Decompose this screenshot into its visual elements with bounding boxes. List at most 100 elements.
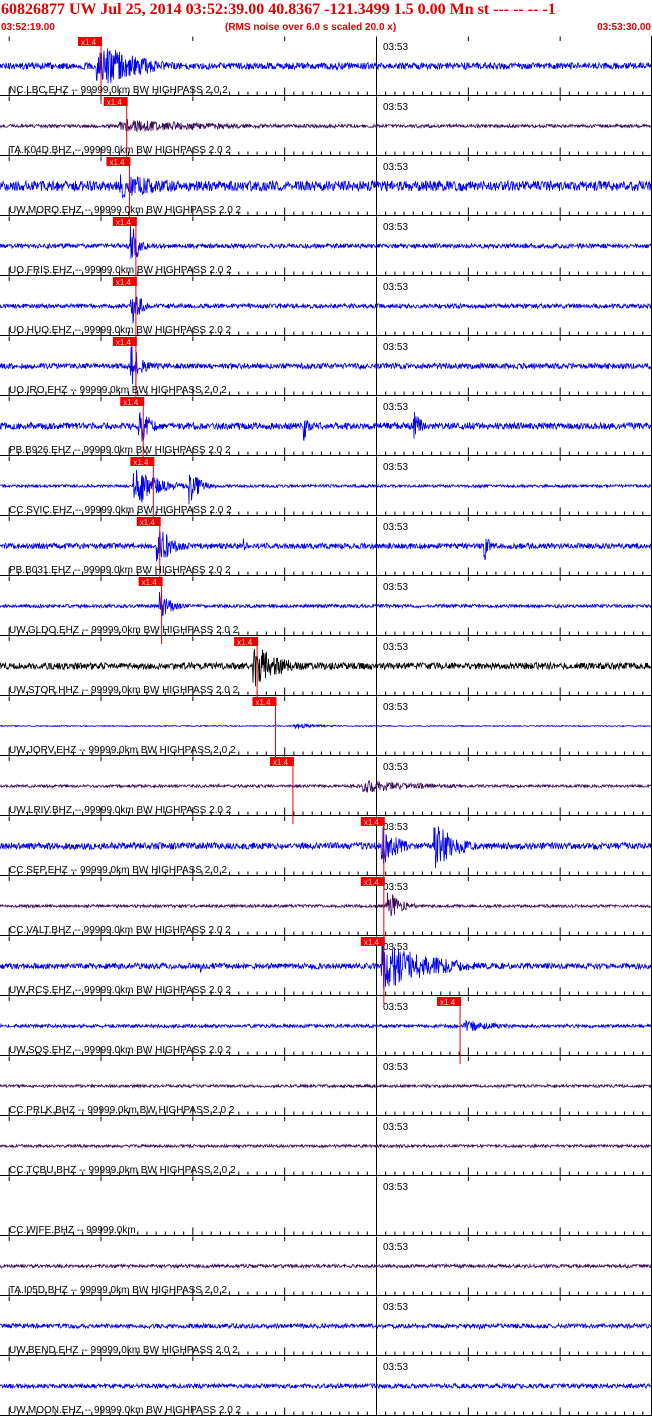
trace-panel: 03:53 x1.4 TA.K04D.BHZ -- 99999.0km BW HIG… (0, 96, 652, 164)
event-title: 60826877 UW Jul 25, 2014 03:52:39.00 40.… (1, 1, 556, 18)
minute-label: 03:53 (383, 1302, 408, 1313)
waveform (0, 826, 652, 869)
trace-panel: 03:53 x1.4 UW.MORO.EHZ -- 99999.0km BW HIG… (0, 156, 652, 224)
minute-label: 03:53 (383, 282, 408, 293)
station-label: CC.VALT.BHZ -- 99999.0km BW HIGHPASS 2.0… (9, 925, 231, 936)
seismogram-plot: 03:53x1.4NC.LBC.EHZ -- 99999.0km BW HIGH… (0, 36, 652, 1416)
minute-label: 03:53 (383, 222, 408, 233)
minute-label: 03:53 (383, 522, 408, 533)
minute-label: 03:53 (383, 162, 408, 173)
waveform (0, 1262, 652, 1270)
station-label: CC.TCBU.BHZ -- 99999.0km BW HIGHPASS 2.0… (9, 1165, 236, 1176)
station-label: CC.SEP.EHZ -- 99999.0km BW HIGHPASS 2.0 … (9, 865, 227, 876)
waveform (0, 469, 652, 505)
station-label: UW.STOR.HHZ -- 99999.0km BW HIGHPASS 2.0… (9, 685, 239, 696)
waveform (0, 1083, 652, 1089)
pick-label: x1.4 (109, 158, 125, 167)
trace-panel: 03:53 x1.4 UW.GLDO.EHZ -- 99999.0km BW HIG… (0, 576, 652, 644)
minute-label: 03:53 (383, 1362, 408, 1373)
trace-panel: 03:53 TA.I05D.BHZ -- 99999.0km BW HIGHPAS… (0, 1236, 652, 1296)
minute-label: 03:53 (383, 1242, 408, 1253)
station-label: UW.SQS.EHZ -- 99999.0km BW HIGHPASS 2.0 … (9, 1045, 232, 1056)
pick-label: x1.4 (255, 698, 271, 707)
minute-label: 03:53 (383, 462, 408, 473)
waveform (0, 941, 652, 991)
pick-label: x1.4 (116, 278, 132, 287)
station-label: CC.SVIC.EHZ -- 99999.0km BW HIGHPASS 2.0… (9, 505, 232, 516)
pick-label: x1.4 (116, 338, 132, 347)
trace-panel: 03:53x1.4UW.RCS.EHZ -- 99999.0km BW HIGH… (0, 936, 652, 1004)
pick-label: x1.4 (140, 518, 156, 527)
minute-label: 03:53 (383, 882, 408, 893)
waveform (0, 779, 652, 793)
station-label: UW.MORO.EHZ -- 99999.0km BW HIGHPASS 2.0… (9, 205, 242, 216)
minute-label: 03:53 (383, 342, 408, 353)
station-label: UO.FRIS.EHZ -- 99999.0km BW HIGHPASS 2.0… (9, 265, 232, 276)
pick-label: x1.4 (116, 218, 132, 227)
station-label: CC.WIFE.BHZ -- 99999.0km (9, 1225, 136, 1236)
waveform (0, 648, 652, 687)
pick-label: x1.4 (364, 938, 380, 947)
station-label: UO.IRO.EHZ -- 99999.0km BW HIGHPASS 2.0 … (9, 385, 227, 396)
waveform (0, 343, 652, 385)
trace-panel: 03:53 x1.4 UW.JORV.EHZ -- 99999.0km BW HIG… (0, 696, 652, 764)
trace-panel: 03:53 CC.PRLK.BHZ -- 99999.0km BW HIGHPAS… (0, 1056, 652, 1116)
station-label: UW.RCS.EHZ -- 99999.0km BW HIGHPASS 2.0 … (9, 985, 232, 996)
minute-label: 03:53 (383, 702, 408, 713)
waveform (0, 892, 652, 917)
waveform (0, 591, 652, 617)
station-label: PB.B926.EHZ -- 99999.0km BW HIGHPASS 2.0… (9, 445, 231, 456)
waveform (0, 722, 652, 730)
station-label: UW.MOON.EHZ -- 99999.0km BW HIGHPASS 2.0… (9, 1405, 242, 1416)
minute-label: 03:53 (383, 1062, 408, 1073)
pick-label: x1.4 (133, 458, 149, 467)
trace-panel: 03:53 x1.4 PB.B926.EHZ -- 99999.0km BW HIG… (0, 396, 652, 464)
waveform (0, 1019, 652, 1031)
pick-label: x1.4 (81, 38, 97, 47)
trace-panel: 03:53 x1.4 UO.HUO.EHZ -- 99999.0km BW HIGH… (0, 276, 652, 344)
trace-panel: 03:53 x1.4 UW.SQS.EHZ -- 99999.0km BW HIGH… (0, 996, 652, 1064)
trace-panel: 03:53 x1.4 PB.B031.EHZ -- 99999.0km BW HIG… (0, 516, 652, 584)
station-label: TA.K04D.BHZ -- 99999.0km BW HIGHPASS 2.0… (9, 145, 231, 156)
pick-label: x1.4 (107, 98, 123, 107)
pick-label: x1.4 (142, 578, 158, 587)
minute-label: 03:53 (383, 102, 408, 113)
trace-panel: 03:53 x1.4 UO.FRIS.EHZ -- 99999.0km BW HIG… (0, 216, 652, 284)
waveform (0, 295, 652, 324)
minute-label: 03:53 (383, 1002, 408, 1013)
station-label: UO.HUO.EHZ -- 99999.0km BW HIGHPASS 2.0 … (9, 325, 232, 336)
trace-panel: 03:53 CC.TCBU.BHZ -- 99999.0km BW HIGHPAS… (0, 1116, 652, 1176)
trace-panel: 03:53 UW.MOON.EHZ -- 99999.0km BW HIGHPAS… (0, 1356, 652, 1416)
minute-label: 03:53 (383, 642, 408, 653)
minute-label: 03:53 (383, 582, 408, 593)
waveform (0, 118, 652, 132)
pick-label: x1.4 (364, 878, 380, 887)
station-label: UW.JORV.EHZ -- 99999.0km BW HIGHPASS 2.0… (9, 745, 236, 756)
trace-panel: 03:53 x1.4 UW.LRIV.BHZ -- 99999.0km BW HIG… (0, 756, 652, 824)
trace-panel: 03:53x1.4CC.SEP.EHZ -- 99999.0km BW HIGH… (0, 816, 652, 884)
waveform (0, 223, 652, 259)
waveform (0, 1322, 652, 1330)
scaling-note: (RMS noise over 6.0 s scaled 20.0 x) (225, 22, 397, 33)
start-time-label: 03:52:19.00 (1, 22, 55, 33)
waveform (0, 1143, 652, 1149)
pick-label: x1.4 (364, 818, 380, 827)
station-label: UW.LRIV.BHZ -- 99999.0km BW HIGHPASS 2.0… (9, 805, 232, 816)
pick-label: x1.4 (440, 998, 456, 1007)
waveform (0, 48, 652, 84)
waveform (0, 174, 652, 199)
trace-panel: 03:53x1.4CC.VALT.BHZ -- 99999.0km BW HIG… (0, 876, 652, 944)
minute-label: 03:53 (383, 42, 408, 53)
trace-panel: 03:53 CC.WIFE.BHZ -- 99999.0km (0, 1176, 652, 1236)
pick-label: x1.4 (123, 398, 139, 407)
plot-header: 60826877 UW Jul 25, 2014 03:52:39.00 40.… (0, 0, 652, 36)
station-label: NC.LBC.EHZ -- 99999.0km BW HIGHPASS 2.0 … (9, 85, 228, 96)
waveform (0, 1382, 652, 1390)
minute-label: 03:53 (383, 402, 408, 413)
trace-panel: 03:53 UW.BEND.EHZ -- 99999.0km BW HIGHPAS… (0, 1296, 652, 1356)
station-label: PB.B031.EHZ -- 99999.0km BW HIGHPASS 2.0… (9, 565, 231, 576)
station-label: CC.PRLK.BHZ -- 99999.0km BW HIGHPASS 2.0… (9, 1105, 235, 1116)
station-label: TA.I05D.BHZ -- 99999.0km BW HIGHPASS 2.0… (9, 1285, 227, 1296)
minute-label: 03:53 (383, 1182, 408, 1193)
minute-label: 03:53 (383, 762, 408, 773)
